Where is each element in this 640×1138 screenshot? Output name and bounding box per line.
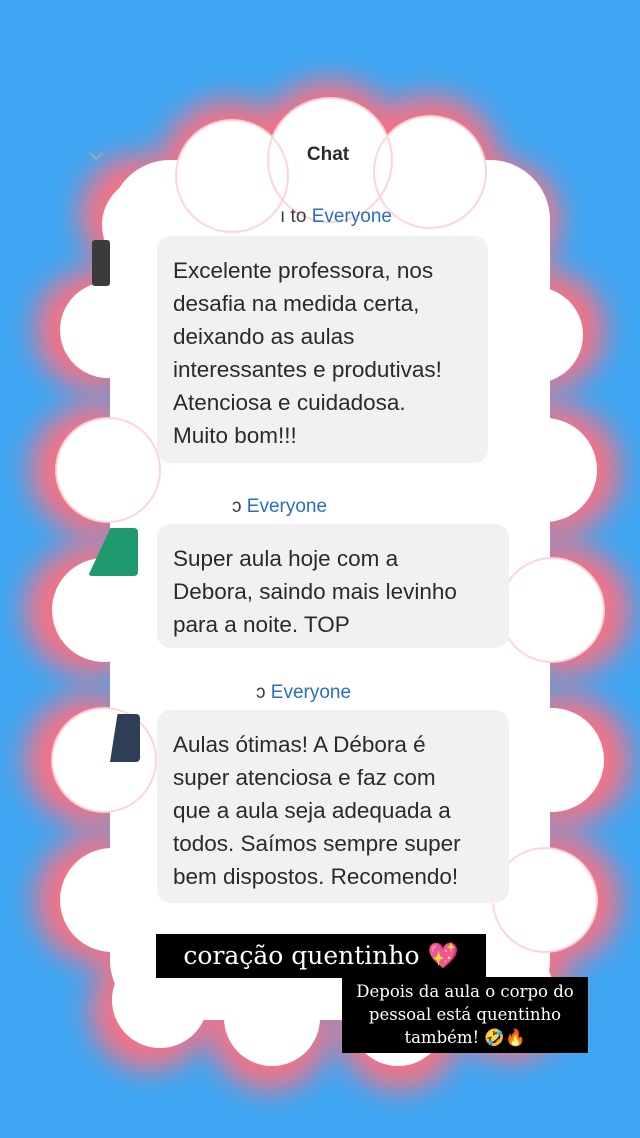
message-line: todos. Saímos sempre super [173,831,461,856]
message-bubble: Super aula hoje com a Debora, saindo mai… [157,524,509,648]
message-line: Atenciosa e cuidadosa. [173,390,406,415]
recipient-everyone[interactable]: Everyone [271,682,351,703]
message-bubble: Aulas ótimas! A Débora é super atenciosa… [157,710,509,903]
message-line: Debora, saindo mais levinho [173,579,457,604]
message-line: que a aula seja adequada a [173,798,451,823]
message-line: Super aula hoje com a [173,546,399,571]
subcaption-line: também! 🤣🔥 [404,1028,526,1047]
message-bubble: Excelente professora, nos desafia na med… [157,236,488,463]
message-line: bem dispostos. Recomendo! [173,864,459,889]
message-recipient-line: ɔ Everyone [232,496,327,518]
message-line: desafia na medida certa, [173,291,420,316]
recipient-prefix: ɔ [256,682,266,703]
message-line: deixando as aulas [173,324,355,349]
subcaption-line: pessoal está quentinho [368,1005,562,1024]
subcaption-line: Depois da aula o corpo do [356,982,574,1001]
message-recipient-line: ı to Everyone [280,206,392,228]
message-line: Muito bom!!! [173,423,297,448]
story-subcaption: Depois da aula o corpo do pessoal está q… [342,977,588,1053]
recipient-prefix: ı to [280,206,307,227]
message-line: interessantes e produtivas! [173,357,442,382]
recipient-everyone[interactable]: Everyone [312,206,392,227]
message-line: Aulas ótimas! A Débora é [173,732,426,757]
message-recipient-line: ɔ Everyone [256,682,351,704]
recipient-prefix: ɔ [232,496,242,517]
chat-title: Chat [306,144,350,165]
sender-avatar [92,240,110,286]
story-caption: coração quentinho 💖 [156,934,486,978]
message-line: para a noite. TOP [173,612,350,637]
recipient-everyone[interactable]: Everyone [247,496,327,517]
message-line: super atenciosa e faz com [173,765,436,790]
message-line: Excelente professora, nos [173,258,434,283]
